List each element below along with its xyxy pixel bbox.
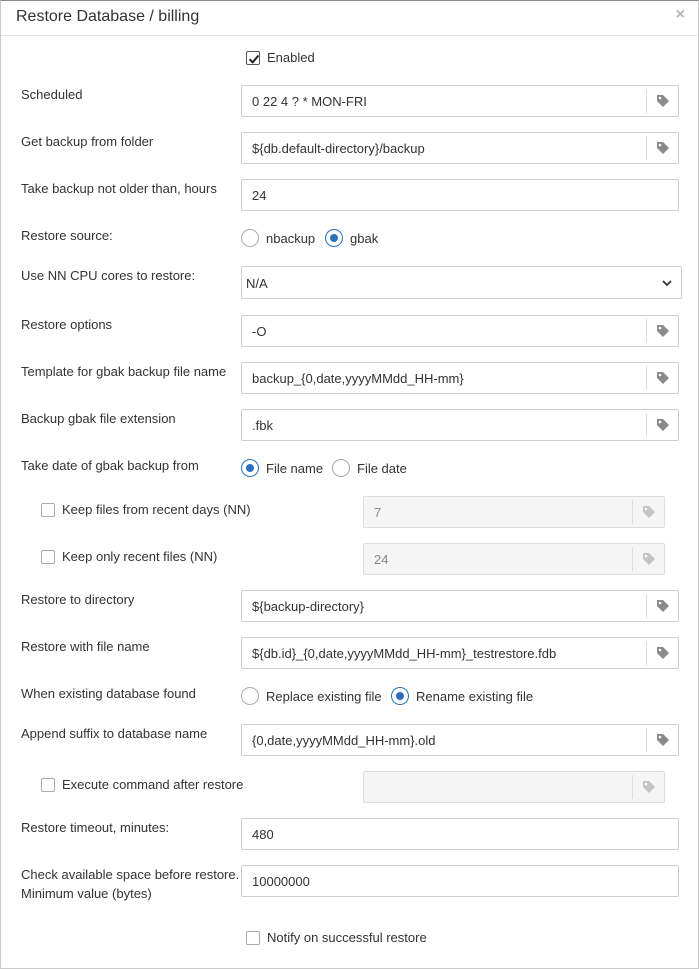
tag-icon [632, 500, 664, 524]
restore-dir-field[interactable] [241, 590, 679, 622]
keep-days-checkbox[interactable] [41, 502, 55, 517]
keep-days-checkbox-row[interactable]: Keep files from recent days (NN) [41, 502, 251, 517]
tag-icon[interactable] [646, 641, 678, 665]
radio-gbak[interactable]: gbak [325, 229, 378, 247]
space-input[interactable] [252, 866, 642, 896]
cpu-cores-select[interactable]: N/A [241, 266, 682, 299]
existing-db-label: When existing database found [21, 686, 196, 701]
radio-button[interactable] [241, 687, 259, 705]
radio-button[interactable] [325, 229, 343, 247]
radio-rename-label: Rename existing file [416, 688, 534, 704]
notify-label: Notify on successful restore [267, 930, 427, 945]
tag-icon[interactable] [646, 89, 678, 113]
cpu-cores-label: Use NN CPU cores to restore: [21, 268, 196, 283]
radio-file-name-label: File name [266, 460, 324, 476]
extension-field[interactable] [241, 409, 679, 441]
backup-folder-input[interactable] [252, 133, 642, 163]
restore-options-field[interactable] [241, 315, 679, 347]
tag-icon [632, 775, 664, 799]
suffix-input[interactable] [252, 725, 642, 755]
scheduled-input[interactable] [252, 86, 642, 116]
space-label-line2: Minimum value (bytes) [21, 886, 152, 901]
tag-icon[interactable] [646, 413, 678, 437]
not-older-field[interactable] [241, 179, 679, 211]
scheduled-field[interactable] [241, 85, 679, 117]
tag-icon[interactable] [646, 594, 678, 618]
not-older-input[interactable] [252, 180, 642, 210]
restore-dir-label: Restore to directory [21, 592, 135, 607]
radio-nbackup-label: nbackup [266, 230, 316, 246]
restore-database-dialog: Restore Database / billing × Enabled Sch… [0, 0, 699, 969]
extension-input[interactable] [252, 410, 642, 440]
checkmark-icon [248, 54, 260, 64]
timeout-input[interactable] [252, 819, 642, 849]
keep-days-label: Keep files from recent days (NN) [62, 502, 251, 517]
radio-button[interactable] [241, 459, 259, 477]
template-input[interactable] [252, 363, 642, 393]
exec-cmd-checkbox-row[interactable]: Execute command after restore [41, 777, 243, 792]
keep-recent-field [363, 543, 699, 575]
radio-replace-label: Replace existing file [266, 688, 382, 704]
timeout-field[interactable] [241, 818, 679, 850]
radio-file-name[interactable]: File name [241, 459, 323, 477]
radio-button[interactable] [241, 229, 259, 247]
radio-rename-existing[interactable]: Rename existing file [391, 687, 533, 705]
enabled-checkbox-row[interactable]: Enabled [246, 50, 315, 65]
enabled-label: Enabled [267, 50, 315, 65]
not-older-label: Take backup not older than, hours [21, 181, 217, 196]
radio-button[interactable] [391, 687, 409, 705]
radio-button[interactable] [332, 459, 350, 477]
restore-options-input[interactable] [252, 316, 642, 346]
exec-cmd-label: Execute command after restore [62, 777, 244, 792]
space-field[interactable] [241, 865, 679, 897]
backup-folder-field[interactable] [241, 132, 679, 164]
tag-icon[interactable] [646, 136, 678, 160]
radio-nbackup[interactable]: nbackup [241, 229, 315, 247]
backup-folder-label: Get backup from folder [21, 134, 154, 149]
restore-name-label: Restore with file name [21, 639, 150, 654]
space-label-line1: Check available space before restore. [21, 867, 240, 882]
keep-recent-checkbox[interactable] [41, 549, 55, 564]
keep-days-field [363, 496, 699, 528]
template-label: Template for gbak backup file name [21, 364, 227, 379]
enabled-checkbox[interactable] [246, 50, 260, 65]
template-field[interactable] [241, 362, 679, 394]
extension-label: Backup gbak file extension [21, 411, 176, 426]
radio-gbak-label: gbak [350, 230, 379, 246]
exec-cmd-checkbox[interactable] [41, 777, 55, 792]
restore-name-field[interactable] [241, 637, 679, 669]
suffix-label: Append suffix to database name [21, 726, 208, 741]
notify-checkbox[interactable] [246, 930, 260, 945]
scheduled-label: Scheduled [21, 87, 83, 102]
suffix-field[interactable] [241, 724, 679, 756]
radio-file-date[interactable]: File date [332, 459, 407, 477]
date-from-label: Take date of gbak backup from [21, 458, 199, 473]
keep-recent-checkbox-row[interactable]: Keep only recent files (NN) [41, 549, 217, 564]
timeout-label: Restore timeout, minutes: [21, 820, 170, 835]
dialog-title: Restore Database / billing [16, 8, 200, 25]
restore-dir-input[interactable] [252, 591, 642, 621]
tag-icon[interactable] [646, 728, 678, 752]
keep-recent-label: Keep only recent files (NN) [62, 549, 218, 564]
close-icon[interactable]: × [676, 6, 685, 24]
radio-file-date-label: File date [357, 460, 407, 476]
tag-icon[interactable] [646, 319, 678, 343]
tag-icon[interactable] [646, 366, 678, 390]
chevron-down-icon [662, 280, 672, 287]
dialog-header: Restore Database / billing × [1, 1, 698, 36]
restore-name-input[interactable] [252, 638, 642, 668]
restore-source-label: Restore source: [21, 228, 113, 243]
notify-checkbox-row[interactable]: Notify on successful restore [246, 930, 427, 945]
exec-cmd-field [363, 771, 699, 803]
radio-replace-existing[interactable]: Replace existing file [241, 687, 382, 705]
tag-icon [632, 547, 664, 571]
restore-options-label: Restore options [21, 317, 113, 332]
cpu-cores-value: N/A [246, 276, 268, 291]
